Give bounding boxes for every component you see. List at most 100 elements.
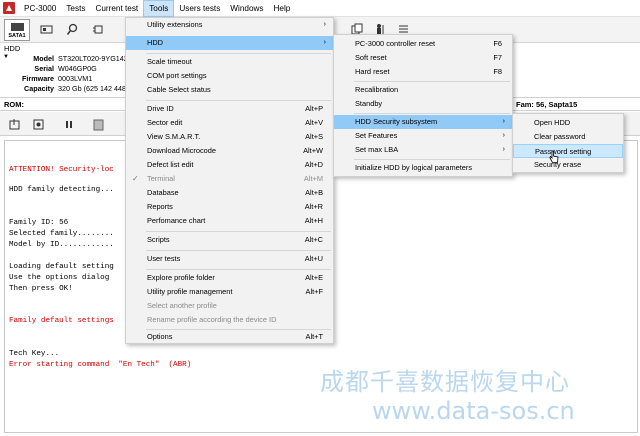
hdd-capacity-row: Capacity 320 Gb (625 142 448 bbox=[0, 84, 140, 94]
menu-item-shortcut: Alt+H bbox=[304, 216, 323, 225]
menu-item-label: Cable Select status bbox=[147, 85, 211, 94]
menu-item-standby[interactable]: Standby bbox=[334, 97, 512, 111]
submenu-arrow-icon: › bbox=[323, 39, 326, 46]
menu-item-explore-profile-folder[interactable]: Explore profile folder Alt+E bbox=[126, 271, 333, 285]
menu-item-label: Initialize HDD by logical parameters bbox=[355, 163, 473, 172]
menu-item-database[interactable]: Database Alt+B bbox=[126, 186, 333, 200]
menu-item-security-erase[interactable]: Security erase bbox=[513, 158, 623, 172]
menu-item-utility-profile-management[interactable]: Utility profile management Alt+F bbox=[126, 285, 333, 299]
menu-item-open-hdd[interactable]: Open HDD bbox=[513, 116, 623, 130]
menu-item-label: HDD bbox=[147, 38, 164, 47]
sata-port-icon bbox=[11, 23, 24, 31]
menu-separator bbox=[146, 100, 331, 101]
log-line: Family default settings bbox=[9, 317, 114, 325]
submenu-arrow-icon: › bbox=[502, 118, 505, 125]
menu-item-label: View S.M.A.R.T. bbox=[147, 132, 201, 141]
menu-item-hdd[interactable]: HDD › bbox=[126, 36, 333, 50]
hdd-firmware-value: 0003LVM1 bbox=[58, 74, 93, 83]
menu-item-label: Rename profile according the device ID bbox=[147, 315, 277, 324]
menu-item-performance-chart[interactable]: Perfomance chart Alt+H bbox=[126, 214, 333, 228]
menu-item-label: HDD Security subsystem bbox=[355, 117, 438, 126]
tools-dropdown-menu: Utility extensions › HDD › Scale timeout C… bbox=[125, 17, 334, 344]
menu-item-reports[interactable]: Reports Alt+R bbox=[126, 200, 333, 214]
menu-tools[interactable]: Tools bbox=[143, 0, 175, 17]
menu-item-defect-list-edit[interactable]: Defect list edit Alt+D bbox=[126, 158, 333, 172]
security-submenu: Open HDD Clear password Password setting… bbox=[512, 113, 624, 173]
menu-item-shortcut: Alt+U bbox=[304, 254, 323, 263]
chip-icon bbox=[92, 25, 102, 34]
pause-icon bbox=[65, 121, 72, 128]
menu-item-hard-reset[interactable]: Hard reset F8 bbox=[334, 65, 512, 79]
menu-item-label: Utility extensions bbox=[147, 20, 203, 29]
menu-item-terminal[interactable]: ✓ Terminal Alt+M bbox=[126, 172, 333, 186]
menu-item-options[interactable]: Options Alt+T bbox=[126, 330, 333, 344]
menu-item-sector-edit[interactable]: Sector edit Alt+V bbox=[126, 116, 333, 130]
menu-item-view-smart[interactable]: View S.M.A.R.T. Alt+S bbox=[126, 130, 333, 144]
menu-separator bbox=[146, 250, 331, 251]
menu-item-soft-reset[interactable]: Soft reset F7 bbox=[334, 51, 512, 65]
drive-icon-button[interactable] bbox=[36, 20, 56, 39]
search-icon bbox=[66, 23, 77, 35]
menu-item-scale-timeout[interactable]: Scale timeout bbox=[126, 55, 333, 69]
menu-item-recalibration[interactable]: Recalibration bbox=[334, 83, 512, 97]
hdd-capacity-value: 320 Gb (625 142 448 bbox=[58, 84, 126, 93]
menu-item-shortcut: Alt+P bbox=[305, 104, 323, 113]
watermark-chinese: 成都千喜数据恢复中心 bbox=[320, 368, 570, 396]
menu-item-hdd-security-subsystem[interactable]: HDD Security subsystem › bbox=[334, 115, 512, 129]
menu-item-initialize-hdd[interactable]: Initialize HDD by logical parameters bbox=[334, 161, 512, 175]
menu-separator bbox=[146, 269, 331, 270]
menu-item-label: Perfomance chart bbox=[147, 216, 206, 225]
menu-windows[interactable]: Windows bbox=[225, 0, 268, 17]
hdd-serial-row: Serial W046GP0G bbox=[0, 64, 140, 74]
menu-item-label: Sector edit bbox=[147, 118, 183, 127]
menu-item-shortcut: Alt+T bbox=[305, 332, 323, 341]
menu-item-scripts[interactable]: Scripts Alt+C bbox=[126, 233, 333, 247]
menu-item-download-microcode[interactable]: Download Microcode Alt+W bbox=[126, 144, 333, 158]
log-line: Model by ID............ bbox=[9, 241, 114, 249]
record-button[interactable] bbox=[28, 115, 48, 134]
menu-item-label: Download Microcode bbox=[147, 146, 217, 155]
menu-item-label: Scripts bbox=[147, 235, 170, 244]
menu-item-label: Hard reset bbox=[355, 67, 390, 76]
menu-item-select-another-profile[interactable]: Select another profile bbox=[126, 299, 333, 313]
menu-item-password-setting[interactable]: Password setting bbox=[513, 144, 623, 158]
menu-item-rename-profile[interactable]: Rename profile according the device ID bbox=[126, 313, 333, 327]
menu-item-user-tests[interactable]: User tests Alt+U bbox=[126, 252, 333, 266]
menu-item-label: Reports bbox=[147, 202, 173, 211]
checkmark-icon: ✓ bbox=[132, 174, 139, 183]
menu-item-label: Utility profile management bbox=[147, 287, 233, 296]
hand-cursor-icon bbox=[549, 150, 559, 163]
menu-item-cable-select-status[interactable]: Cable Select status bbox=[126, 83, 333, 97]
menu-current-test[interactable]: Current test bbox=[90, 0, 143, 17]
menu-item-label: Soft reset bbox=[355, 53, 387, 62]
open-icon bbox=[9, 119, 19, 130]
menu-help[interactable]: Help bbox=[269, 0, 296, 17]
clipboard-button[interactable] bbox=[88, 115, 108, 134]
menu-item-shortcut: Alt+F bbox=[305, 287, 323, 296]
menu-pc3000[interactable]: PC-3000 bbox=[19, 0, 61, 17]
hdd-capacity-label: Capacity bbox=[24, 84, 54, 93]
menu-item-set-features[interactable]: Set Features › bbox=[334, 129, 512, 143]
menu-users-tests[interactable]: Users tests bbox=[174, 0, 225, 17]
menu-item-utility-extensions[interactable]: Utility extensions › bbox=[126, 18, 333, 32]
hdd-submenu: PC-3000 controller reset F6 Soft reset F7 … bbox=[333, 34, 513, 177]
menu-item-clear-password[interactable]: Clear password bbox=[513, 130, 623, 144]
pause-button[interactable] bbox=[58, 115, 78, 134]
menu-item-label: Drive ID bbox=[147, 104, 174, 113]
sata-port-button[interactable]: SATA1 bbox=[4, 19, 30, 41]
menu-item-com-port-settings[interactable]: COM port settings bbox=[126, 69, 333, 83]
search-button[interactable] bbox=[62, 20, 82, 39]
menu-tests[interactable]: Tests bbox=[61, 0, 90, 17]
open-button[interactable] bbox=[4, 115, 24, 134]
menu-item-controller-reset[interactable]: PC-3000 controller reset F6 bbox=[334, 37, 512, 51]
menu-item-shortcut: F6 bbox=[493, 39, 502, 48]
log-line: Selected family........ bbox=[9, 230, 114, 238]
menu-item-label: COM port settings bbox=[147, 71, 207, 80]
hdd-panel-title: HDD bbox=[4, 44, 21, 53]
menu-item-shortcut: Alt+D bbox=[304, 160, 323, 169]
menu-item-drive-id[interactable]: Drive ID Alt+P bbox=[126, 102, 333, 116]
menu-item-label: Options bbox=[147, 332, 173, 341]
menu-item-set-max-lba[interactable]: Set max LBA › bbox=[334, 143, 512, 157]
log-line: HDD family detecting... bbox=[9, 186, 114, 194]
chip-button[interactable] bbox=[88, 20, 108, 39]
